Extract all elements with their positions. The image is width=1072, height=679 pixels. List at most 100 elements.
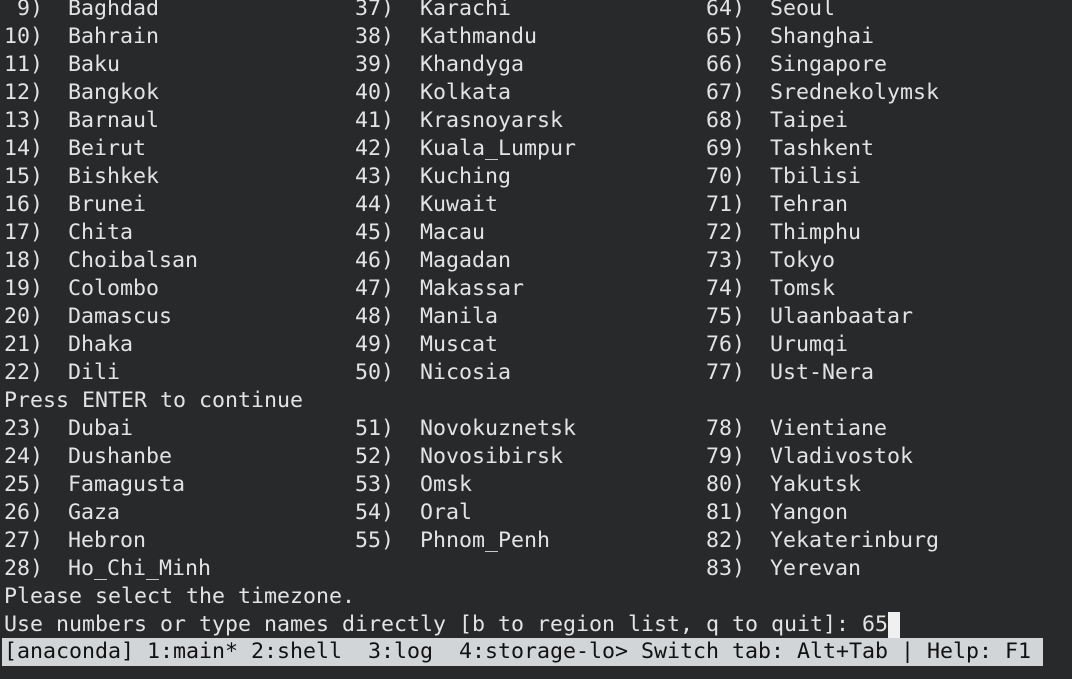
timezone-input[interactable]: 65 [862, 612, 888, 637]
timezone-number: 22) [4, 360, 44, 385]
timezone-name: Baghdad [68, 0, 160, 21]
text-cursor [888, 612, 901, 638]
timezone-name: Bishkek [68, 164, 160, 189]
status-bar-text: [anaconda] 1:main* 2:shell 3:log 4:stora… [4, 639, 1032, 664]
timezone-name: Singapore [770, 52, 888, 77]
timezone-name: Ust-Nera [770, 360, 875, 385]
timezone-number: 41) [355, 108, 395, 133]
timezone-name: Ho_Chi_Minh [68, 556, 212, 581]
timezone-number: 52) [355, 444, 395, 469]
timezone-number: 18) [4, 248, 44, 273]
timezone-row: 14) Beirut 42) Kuala_Lumpur 69) Tashkent [0, 135, 1072, 163]
timezone-name: Karachi [420, 0, 512, 21]
timezone-name: Omsk [420, 472, 473, 497]
timezone-number: 53) [355, 472, 395, 497]
timezone-number: 43) [355, 164, 395, 189]
timezone-name: Tokyo [770, 248, 836, 273]
timezone-name: Khandyga [420, 52, 525, 77]
timezone-row: 12) Bangkok 40) Kolkata 67) Srednekolymsk [0, 79, 1072, 107]
timezone-name: Shanghai [770, 24, 875, 49]
timezone-row: 19) Colombo 47) Makassar 74) Tomsk [0, 275, 1072, 303]
timezone-number: 17) [4, 220, 44, 245]
timezone-row: 23) Dubai 51) Novokuznetsk 78) Vientiane [0, 415, 1072, 443]
press-enter-message-text: Press ENTER to continue [4, 388, 304, 413]
timezone-name: Brunei [68, 192, 147, 217]
timezone-number: 20) [4, 304, 44, 329]
timezone-name: Bangkok [68, 80, 160, 105]
timezone-name: Tashkent [770, 136, 875, 161]
input-prompt-wrapper[interactable]: Use numbers or type names directly [b to… [4, 611, 901, 639]
timezone-row: 17) Chita 45) Macau 72) Thimphu [0, 219, 1072, 247]
timezone-number: 26) [4, 500, 44, 525]
timezone-number: 25) [4, 472, 44, 497]
timezone-number: 55) [355, 528, 395, 553]
press-enter-message: Press ENTER to continue [0, 387, 1072, 415]
timezone-name: Nicosia [420, 360, 512, 385]
timezone-name: Novosibirsk [420, 444, 564, 469]
input-prompt-line-text: Use numbers or type names directly [b to… [4, 612, 863, 637]
timezone-name: Taipei [770, 108, 849, 133]
timezone-number: 73) [706, 248, 746, 273]
timezone-number: 15) [4, 164, 44, 189]
timezone-row: 26) Gaza 54) Oral 81) Yangon [0, 499, 1072, 527]
timezone-name: Kolkata [420, 80, 512, 105]
timezone-name: Damascus [68, 304, 173, 329]
timezone-row: 13) Barnaul 41) Krasnoyarsk 68) Taipei [0, 107, 1072, 135]
timezone-name: Kathmandu [420, 24, 538, 49]
timezone-name: Dushanbe [68, 444, 173, 469]
timezone-number: 45) [355, 220, 395, 245]
timezone-number: 16) [4, 192, 44, 217]
timezone-number: 68) [706, 108, 746, 133]
timezone-number: 39) [355, 52, 395, 77]
timezone-name: Thimphu [770, 220, 862, 245]
timezone-number: 47) [355, 276, 395, 301]
timezone-row: 24) Dushanbe 52) Novosibirsk 79) Vladivostok [0, 443, 1072, 471]
timezone-name: Kuwait [420, 192, 499, 217]
timezone-number: 72) [706, 220, 746, 245]
timezone-row: 27) Hebron 55) Phnom_Penh 82) Yekaterinburg [0, 527, 1072, 555]
timezone-number: 64) [706, 0, 746, 21]
timezone-number: 28) [4, 556, 44, 581]
timezone-number: 82) [706, 528, 746, 553]
input-prompt-line: Use numbers or type names directly [b to… [0, 611, 1072, 639]
timezone-name: Vientiane [770, 416, 888, 441]
timezone-name: Phnom_Penh [420, 528, 551, 553]
timezone-name: Magadan [420, 248, 512, 273]
timezone-name: Beirut [68, 136, 147, 161]
timezone-name: Tehran [770, 192, 849, 217]
timezone-name: Novokuznetsk [420, 416, 577, 441]
timezone-number: 12) [4, 80, 44, 105]
timezone-name: Kuching [420, 164, 512, 189]
timezone-number: 9) [4, 0, 44, 21]
timezone-row: 22) Dili 50) Nicosia 77) Ust-Nera [0, 359, 1072, 387]
timezone-name: Bahrain [68, 24, 160, 49]
timezone-number: 66) [706, 52, 746, 77]
timezone-number: 69) [706, 136, 746, 161]
timezone-number: 65) [706, 24, 746, 49]
timezone-number: 23) [4, 416, 44, 441]
timezone-number: 38) [355, 24, 395, 49]
timezone-number: 24) [4, 444, 44, 469]
timezone-number: 75) [706, 304, 746, 329]
timezone-number: 74) [706, 276, 746, 301]
timezone-name: Manila [420, 304, 499, 329]
timezone-name: Yangon [770, 500, 849, 525]
timezone-name: Tbilisi [770, 164, 862, 189]
timezone-name: Colombo [68, 276, 160, 301]
timezone-number: 54) [355, 500, 395, 525]
timezone-number: 78) [706, 416, 746, 441]
timezone-row: 21) Dhaka 49) Muscat 76) Urumqi [0, 331, 1072, 359]
timezone-row: 15) Bishkek 43) Kuching 70) Tbilisi [0, 163, 1072, 191]
timezone-number: 67) [706, 80, 746, 105]
timezone-name: Yakutsk [770, 472, 862, 497]
timezone-number: 80) [706, 472, 746, 497]
timezone-number: 13) [4, 108, 44, 133]
timezone-number: 40) [355, 80, 395, 105]
timezone-row: 28) Ho_Chi_Minh 83) Yerevan [0, 555, 1072, 583]
timezone-number: 51) [355, 416, 395, 441]
timezone-row: 25) Famagusta 53) Omsk 80) Yakutsk [0, 471, 1072, 499]
timezone-number: 27) [4, 528, 44, 553]
timezone-name: Muscat [420, 332, 499, 357]
timezone-name: Srednekolymsk [770, 80, 940, 105]
timezone-row: 16) Brunei 44) Kuwait 71) Tehran [0, 191, 1072, 219]
